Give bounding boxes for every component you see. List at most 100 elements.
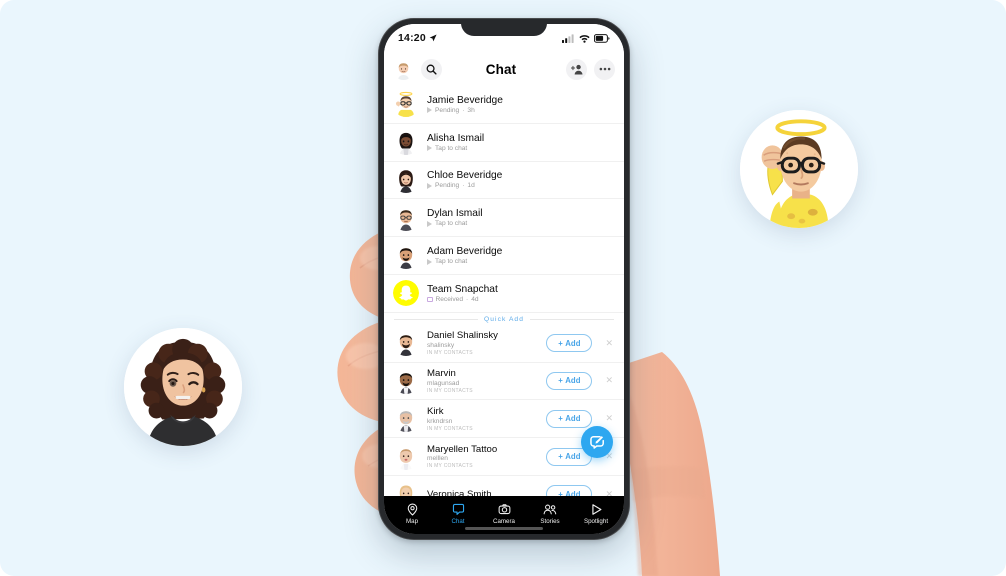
status-bar: 14:20 <box>384 24 624 52</box>
nav-label: Map <box>405 517 419 525</box>
chat-time: 4d <box>471 295 479 303</box>
chat-status: Tap to chat <box>427 258 502 265</box>
search-button[interactable] <box>421 58 442 80</box>
home-indicator <box>465 527 543 530</box>
chat-row-text: Dylan Ismail Tap to chat <box>427 208 482 227</box>
chat-name: Jamie Beveridge <box>427 94 503 106</box>
bitmoji-kirk <box>393 405 419 432</box>
wifi-icon <box>579 34 590 43</box>
add-label: Add <box>565 452 581 462</box>
chat-list[interactable]: Jamie Beveridge Pending · 3h Alisha Isma… <box>384 86 624 496</box>
chat-name: Team Snapchat <box>427 283 498 295</box>
nav-item-camera[interactable]: Camera <box>481 503 527 525</box>
dismiss-x-icon[interactable]: ✕ <box>600 489 615 496</box>
sent-triangle-icon <box>427 258 432 265</box>
suggestion-name: Marvin <box>427 368 456 380</box>
chat-status-text: Tap to chat <box>435 220 468 228</box>
chat-name: Adam Beveridge <box>427 246 503 258</box>
chat-status-text: Pending <box>435 106 460 114</box>
bitmoji-marvin <box>393 367 419 394</box>
chat-status-text: Pending <box>435 182 460 190</box>
sent-triangle-icon <box>427 182 432 189</box>
chat-row-text: Jamie Beveridge Pending · 3h <box>427 95 503 114</box>
compose-chat-icon <box>590 436 604 449</box>
nav-item-spotlight[interactable]: Spotlight <box>573 503 619 525</box>
chat-status: Received · 4d <box>427 296 498 303</box>
add-friend-button[interactable]: + Add <box>546 409 593 428</box>
suggestion-name: Kirk <box>427 406 444 418</box>
sent-triangle-icon <box>427 220 432 227</box>
quick-add-text: Daniel Shalinsky shalinsky IN MY CONTACT… <box>427 330 538 356</box>
chat-status: Pending · 1d <box>427 182 502 189</box>
chat-row-text: Chloe Beveridge Pending · 1d <box>427 170 502 189</box>
divider-line <box>394 318 479 320</box>
add-friend-button[interactable]: + Add <box>546 334 593 353</box>
suggestion-username: melllen <box>427 455 448 463</box>
suggestion-username: shalinsky <box>427 341 455 349</box>
suggestion-meta: IN MY CONTACTS <box>427 463 473 470</box>
chat-name: Dylan Ismail <box>427 208 483 220</box>
suggestion-name: Daniel Shalinsky <box>427 330 498 342</box>
status-time: 14:20 <box>398 32 426 44</box>
more-options-icon <box>599 67 610 71</box>
suggestion-meta: IN MY CONTACTS <box>427 349 473 356</box>
page-title: Chat <box>485 61 517 77</box>
add-friend-button[interactable]: + Add <box>546 371 593 390</box>
chat-time: 1d <box>467 182 475 190</box>
bottom-navigation[interactable]: Map Chat Camera Stories Spotlight <box>384 496 624 534</box>
divider-line <box>529 318 614 320</box>
plus-icon: + <box>558 338 563 348</box>
dismiss-x-icon[interactable]: ✕ <box>600 413 615 424</box>
snapchat-ghost-logo <box>393 280 419 307</box>
profile-bitmoji-avatar[interactable] <box>393 58 414 80</box>
add-friend-button[interactable] <box>566 58 587 80</box>
add-label: Add <box>565 376 581 386</box>
chat-row[interactable]: Dylan Ismail Tap to chat <box>384 199 624 238</box>
nav-item-chat[interactable]: Chat <box>435 503 481 525</box>
status-indicators <box>562 33 610 43</box>
quick-add-row[interactable]: Marvin mlagunsad IN MY CONTACTS + Add ✕ <box>384 362 624 401</box>
add-label: Add <box>565 489 581 496</box>
add-friend-icon <box>570 64 582 74</box>
chat-name: Alisha Ismail <box>427 132 485 144</box>
chat-status: Tap to chat <box>427 145 484 152</box>
bitmoji-veronica <box>393 481 419 496</box>
bitmoji-jamie <box>393 91 419 118</box>
scene-background: 14:20 Chat Jamie Beveridge Pending · 3h … <box>0 0 1006 576</box>
bitmoji-adam <box>393 242 419 269</box>
phone-device: 14:20 Chat Jamie Beveridge Pending · 3h … <box>378 18 630 540</box>
map-pin-icon <box>407 503 417 516</box>
dismiss-x-icon[interactable]: ✕ <box>600 375 615 386</box>
chat-status: Pending · 3h <box>427 107 503 114</box>
nav-label: Stories <box>540 517 560 525</box>
chat-row-text: Adam Beveridge Tap to chat <box>427 246 502 265</box>
quick-add-row[interactable]: Veronica Smith + Add ✕ <box>384 475 624 496</box>
nav-item-map[interactable]: Map <box>389 503 435 525</box>
compose-chat-button[interactable] <box>581 426 613 458</box>
more-options-button[interactable] <box>594 58 615 80</box>
quick-add-row[interactable]: Daniel Shalinsky shalinsky IN MY CONTACT… <box>384 324 624 363</box>
nav-item-stories[interactable]: Stories <box>527 503 573 525</box>
plus-icon: + <box>558 452 563 462</box>
chat-row[interactable]: Adam Beveridge Tap to chat <box>384 237 624 275</box>
quick-add-text: Maryellen Tattoo melllen IN MY CONTACTS <box>427 444 538 470</box>
app-header: Chat <box>384 52 624 86</box>
suggestion-name: Veronica Smith <box>427 488 492 496</box>
chat-row[interactable]: Alisha Ismail Tap to chat <box>384 123 624 162</box>
received-square-icon <box>427 296 433 303</box>
add-label: Add <box>565 414 581 424</box>
female-bitmoji-curly-hair <box>124 328 242 446</box>
battery-icon <box>594 33 610 43</box>
chat-row[interactable]: Chloe Beveridge Pending · 1d <box>384 161 624 200</box>
suggestion-meta: IN MY CONTACTS <box>427 425 473 432</box>
chat-row[interactable]: Team Snapchat Received · 4d <box>384 274 624 313</box>
spotlight-play-icon <box>591 503 601 515</box>
nav-label: Chat <box>451 517 465 525</box>
location-arrow-icon <box>429 34 437 42</box>
add-friend-button[interactable]: + Add <box>546 485 593 496</box>
dismiss-x-icon[interactable]: ✕ <box>600 338 615 349</box>
chat-row[interactable]: Jamie Beveridge Pending · 3h <box>384 86 624 124</box>
quick-add-text: Marvin mlagunsad IN MY CONTACTS <box>427 368 538 394</box>
bitmoji-alisha <box>393 129 419 156</box>
camera-icon <box>498 503 510 514</box>
